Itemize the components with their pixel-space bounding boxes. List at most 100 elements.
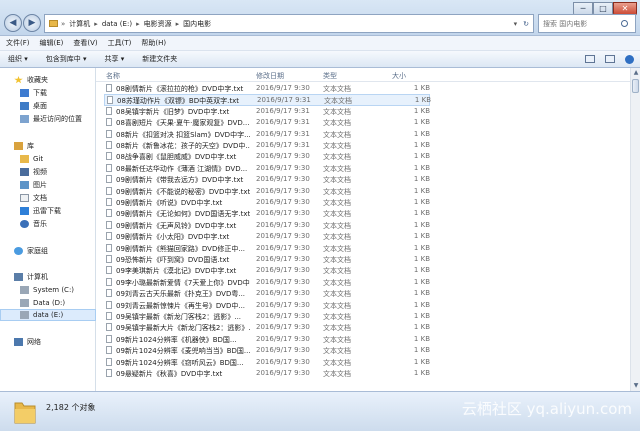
file-name: 09新片1024分辨率《窃听风云》BD国...	[116, 358, 244, 367]
forward-button[interactable]: ▶	[23, 14, 41, 32]
file-row[interactable]: 09吴镇宇最新大片《新龙门客栈2：逃影》... 2016/9/17 9:30 文本文…	[104, 322, 430, 333]
menu-tools[interactable]: 工具(T)	[108, 38, 132, 48]
search-icon[interactable]	[621, 20, 628, 27]
menu-edit[interactable]: 编辑(E)	[40, 38, 64, 48]
new-folder-button[interactable]: 新建文件夹	[142, 54, 177, 64]
sidebar-item-homegroup[interactable]: 家庭组	[0, 245, 96, 257]
sidebar-item-videos[interactable]: 视频	[0, 166, 96, 178]
breadcrumb-separator[interactable]: ▸	[94, 20, 98, 28]
search-input[interactable]	[543, 19, 621, 28]
file-row[interactable]: 09吴镇宇最新《新龙门客栈2：逃影》... 2016/9/17 9:30 文本文档 1…	[104, 311, 430, 322]
file-name: 09剧情新片《无论如何》DVD国语无字.txt	[116, 210, 250, 219]
file-date: 2016/9/17 9:30	[256, 300, 310, 309]
sidebar-item-git[interactable]: Git	[0, 153, 96, 165]
sidebar-item-pictures[interactable]: 图片	[0, 179, 96, 191]
sidebar-item-music[interactable]: 音乐	[0, 218, 96, 230]
file-row[interactable]: 08战争喜剧《鼠胆威威》DVD中字.txt 2016/9/17 9:30 文本文档 1…	[104, 151, 430, 162]
drive-icon	[20, 311, 29, 319]
file-type: 文本文档	[323, 290, 351, 299]
address-bar[interactable]: » 计算机 ▸ data (E:) ▸ 电影资源 ▸ 国内电影 ▾ ↻	[44, 14, 534, 33]
breadcrumb-separator[interactable]: ▸	[176, 20, 180, 28]
file-row[interactable]: 08苏瑾动作片《双镖》BD中英双字.txt 2016/9/17 9:31 文本文档 1…	[104, 94, 431, 106]
sidebar-item-drive-d[interactable]: Data (D:)	[0, 297, 96, 309]
file-name: 09李小璐最新新爱情《7天爱上你》DVD中...	[116, 278, 250, 287]
menu-help[interactable]: 帮助(H)	[141, 38, 166, 48]
forward-arrow-icon: ▶	[28, 18, 36, 28]
menu-view[interactable]: 查看(V)	[73, 38, 97, 48]
file-row[interactable]: 09剧情新片《无论如何》DVD国语无字.txt 2016/9/17 9:30 文本文…	[104, 208, 430, 219]
file-row[interactable]: 08新片《扣篮对决 扣篮Slam》DVD中字... 2016/9/17 9:31 文…	[104, 129, 430, 140]
file-name: 09剧情新片《带我去远方》DVD中字.txt	[116, 176, 244, 185]
file-date: 2016/9/17 9:31	[256, 106, 310, 115]
include-in-library-button[interactable]: 包含到库中 ▾	[46, 54, 87, 64]
file-row[interactable]: 09剧情新片《熊猫回家路》DVD修正中... 2016/9/17 9:30 文本文档…	[104, 243, 430, 254]
sidebar-item-downloads[interactable]: 下载	[0, 87, 96, 99]
homegroup-icon	[14, 247, 23, 255]
file-row[interactable]: 09剧情新片《听说》DVD中字.txt 2016/9/17 9:30 文本文档 1 K…	[104, 197, 430, 208]
breadcrumb-computer[interactable]: 计算机	[69, 19, 90, 29]
file-row[interactable]: 09剧情新片《小太阳》DVD中字.txt 2016/9/17 9:30 文本文档 1 …	[104, 231, 430, 242]
view-options-icon[interactable]	[585, 55, 595, 63]
library-icon	[14, 142, 23, 150]
file-row[interactable]: 09新片1024分辨率《窃听风云》BD国... 2016/9/17 9:30 文本文…	[104, 357, 430, 368]
vertical-scrollbar[interactable]: ▲ ▼	[630, 68, 640, 391]
sidebar-item-drive-c[interactable]: System (C:)	[0, 284, 96, 296]
back-button[interactable]: ◀	[4, 14, 22, 32]
column-header-date[interactable]: 修改日期	[256, 71, 284, 81]
file-row[interactable]: 08新片《新鲁冰花：孩子的天空》DVD中... 2016/9/17 9:31 文本文…	[104, 140, 430, 151]
file-row[interactable]: 09悬疑新片《秋喜》DVD中字.txt 2016/9/17 9:30 文本文档 1 K…	[104, 368, 430, 379]
file-size: 1 KB	[413, 175, 430, 184]
file-row[interactable]: 08最新任达华动作《薄酒 江湖情》DVD... 2016/9/17 9:30 文本文…	[104, 163, 430, 174]
file-row[interactable]: 09新片1024分辨率《麦兜响当当》BD国... 2016/9/17 9:30 文本…	[104, 345, 430, 356]
organize-button[interactable]: 组织 ▾	[8, 54, 28, 64]
file-row[interactable]: 08喜剧短片《天果·夏午·魔家观复》DVD... 2016/9/17 9:31 文本…	[104, 117, 430, 128]
sidebar-item-favorites[interactable]: 收藏夹	[0, 74, 96, 86]
file-row[interactable]: 08吴镇宇新片《旧梦》DVD中字.txt 2016/9/17 9:31 文本文档 1 …	[104, 106, 430, 117]
file-size: 1 KB	[413, 232, 430, 241]
column-header-size[interactable]: 大小	[392, 71, 406, 81]
sidebar-item-libraries[interactable]: 库	[0, 140, 96, 152]
sidebar-item-desktop[interactable]: 桌面	[0, 100, 96, 112]
column-header-name[interactable]: 名称	[106, 71, 120, 81]
file-row[interactable]: 09刘青云古天乐最新《扑克王》DVD粤... 2016/9/17 9:30 文本文档…	[104, 288, 430, 299]
share-button[interactable]: 共享 ▾	[105, 54, 125, 64]
file-row[interactable]: 09剧情新片《不能说的秘密》DVD中字.txt 2016/9/17 9:30 文本文…	[104, 186, 430, 197]
sidebar-item-recent[interactable]: 最近访问的位置	[0, 113, 96, 125]
scroll-up-icon[interactable]: ▲	[631, 68, 640, 78]
file-size: 1 KB	[413, 129, 430, 138]
sidebar-item-documents[interactable]: 文档	[0, 192, 96, 204]
sidebar-item-network[interactable]: 网络	[0, 336, 96, 348]
menu-file[interactable]: 文件(F)	[6, 38, 30, 48]
file-date: 2016/9/17 9:30	[256, 289, 310, 298]
scroll-thumb[interactable]	[632, 79, 639, 93]
preview-pane-icon[interactable]	[605, 55, 615, 63]
file-row[interactable]: 09剧情新片《带我去远方》DVD中字.txt 2016/9/17 9:30 文本文档…	[104, 174, 430, 185]
sidebar-item-thunder-downloads[interactable]: 迅雷下载	[0, 205, 96, 217]
breadcrumb-movie-resources[interactable]: 电影资源	[144, 19, 172, 29]
column-header-type[interactable]: 类型	[323, 71, 337, 81]
scroll-down-icon[interactable]: ▼	[631, 381, 640, 391]
address-prefix[interactable]: »	[61, 20, 65, 28]
sidebar-item-drive-e[interactable]: data (E:)	[0, 309, 96, 321]
address-dropdown-icon[interactable]: ▾	[514, 20, 518, 28]
file-row[interactable]: 09恐怖新片《吓到窝》DVD国语.txt 2016/9/17 9:30 文本文档 1 …	[104, 254, 430, 265]
sidebar-item-label: System (C:)	[33, 286, 75, 294]
file-row[interactable]: 09刘青云最新惊悚片《再生号》DVD中... 2016/9/17 9:30 文本文档…	[104, 300, 430, 311]
file-row[interactable]: 09剧情新片《无声风铃》DVD中字.txt 2016/9/17 9:30 文本文档 1…	[104, 220, 430, 231]
file-size: 1 KB	[413, 277, 430, 286]
help-icon[interactable]	[625, 54, 634, 64]
breadcrumb-separator[interactable]: ▸	[136, 20, 140, 28]
breadcrumb-data-e[interactable]: data (E:)	[102, 20, 132, 28]
file-row[interactable]: 09李美琪新片《漠北记》DVD中字.txt 2016/9/17 9:30 文本文档 1…	[104, 265, 430, 276]
file-type: 文本文档	[323, 130, 351, 139]
file-row[interactable]: 09李小璐最新新爱情《7天爱上你》DVD中... 2016/9/17 9:30 文本…	[104, 277, 430, 288]
refresh-icon[interactable]: ↻	[523, 20, 529, 28]
sidebar-item-computer[interactable]: 计算机	[0, 271, 96, 283]
file-row[interactable]: 09新片1024分辨率《机器侠》BD国... 2016/9/17 9:30 文本文档…	[104, 334, 430, 345]
breadcrumb-domestic-movies[interactable]: 国内电影	[183, 19, 211, 29]
file-name: 08最新任达华动作《薄酒 江湖情》DVD...	[116, 164, 248, 173]
file-type: 文本文档	[323, 267, 351, 276]
search-box[interactable]	[538, 14, 636, 33]
file-row[interactable]: 08剧情新片《滚拉拉的枪》DVD中字.txt 2016/9/17 9:30 文本文档…	[104, 83, 430, 94]
text-file-icon	[106, 198, 112, 206]
